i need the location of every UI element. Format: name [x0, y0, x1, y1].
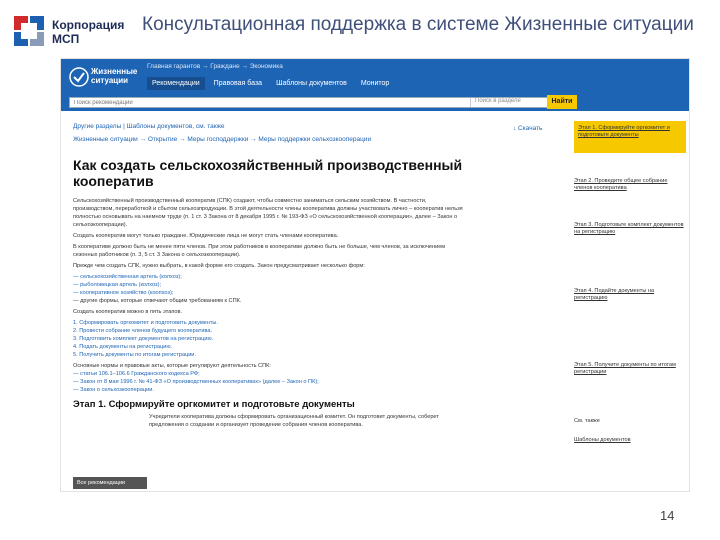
- sidebar-templates-label: Шаблоны документов: [574, 437, 631, 443]
- stage-link[interactable]: 1. Сформировать оргкомитет и подготовить…: [73, 319, 463, 327]
- checkmark-logo-icon: [69, 67, 89, 87]
- tab-document-templates[interactable]: Шаблоны документов: [271, 77, 352, 90]
- sidebar-stage-5-label: Этап 5. Получите документы по итогам рег…: [574, 362, 676, 375]
- stage1-text: Учредители кооператива должны сформирова…: [149, 414, 439, 428]
- form-other: — другие формы, которые отвечают общим т…: [73, 298, 242, 304]
- stage-link[interactable]: 3. Подготовить комплект документов на ре…: [73, 335, 463, 343]
- app-brand[interactable]: Жизненные ситуации: [69, 65, 149, 91]
- sidebar-stage-1-label: Этап 1. Сформируйте оргкомитет и подгото…: [578, 125, 670, 138]
- sidebar-stage-5[interactable]: Этап 5. Получите документы по итогам рег…: [574, 362, 686, 376]
- corporation-name: Корпорация МСП: [52, 18, 124, 46]
- sidebar-stage-2[interactable]: Этап 2. Проведите общее собрание членов …: [574, 178, 686, 192]
- corporation-name-line2: МСП: [52, 32, 80, 46]
- tab-monitor[interactable]: Монитор: [356, 77, 395, 90]
- page-number: 14: [660, 508, 675, 523]
- sidebar-stage-2-label: Этап 2. Проведите общее собрание членов …: [574, 178, 668, 191]
- stages-sidebar: Этап 1. Сформируйте оргкомитет и подгото…: [574, 121, 686, 474]
- corporation-logo: Корпорация МСП: [12, 12, 132, 52]
- stage-link[interactable]: 4. Подать документы на регистрацию.: [73, 343, 463, 351]
- sidebar-see-also: См. также: [574, 418, 600, 424]
- search-bar: Поиск в разделе: [69, 97, 575, 108]
- article-title: Как создать сельскохозяйственный произво…: [73, 157, 463, 189]
- stage1-heading: Этап 1. Сформируйте оргкомитет и подгото…: [73, 399, 355, 410]
- app-header: Жизненные ситуации Главная гарантов → Гр…: [61, 59, 689, 111]
- sidebar-stage-3-label: Этап 3. Подготовьте комплект документов …: [574, 222, 684, 235]
- search-scope-select[interactable]: Поиск в разделе: [470, 98, 540, 107]
- sidebar-templates[interactable]: Шаблоны документов: [574, 437, 686, 444]
- app-screenshot: Жизненные ситуации Главная гарантов → Гр…: [60, 58, 690, 492]
- article-paragraph: Создать кооператив могут только граждане…: [73, 233, 339, 239]
- form-link[interactable]: — сельскохозяйственная артель (колхоз);: [73, 273, 463, 281]
- all-recommendations-tooltip[interactable]: Все рекомендации: [73, 477, 147, 489]
- sidebar-stage-4[interactable]: Этап 4. Подайте документы на регистрацию: [574, 288, 686, 302]
- law-link[interactable]: — статьи 106.1–106.6 Гражданского кодекс…: [73, 370, 463, 378]
- law-intro: Основные нормы и правовые акты, которые …: [73, 363, 271, 369]
- law-link[interactable]: — Закон от 8 мая 1996 г. № 41-ФЗ «О прои…: [73, 378, 463, 386]
- form-link[interactable]: — кооперативное хозяйство (коопхоз);: [73, 289, 463, 297]
- article-paragraph: В кооперативе должно быть не менее пяти …: [73, 244, 446, 258]
- top-links[interactable]: Главная гарантов → Граждане → Экономика: [147, 63, 283, 70]
- form-link[interactable]: — рыболовецкая артель (колхоз);: [73, 281, 463, 289]
- stage-link[interactable]: 2. Провести собрание членов будущего коо…: [73, 327, 463, 335]
- corporation-logo-icon: [14, 16, 44, 46]
- app-brand-line1: Жизненные: [91, 67, 138, 76]
- stage-link[interactable]: 5. Получить документы по итогам регистра…: [73, 351, 463, 359]
- slide-title: Консультационная поддержка в системе Жиз…: [142, 14, 694, 35]
- tab-legal-base[interactable]: Правовая база: [209, 77, 267, 90]
- app-brand-text: Жизненные ситуации: [91, 67, 137, 85]
- sidebar-stage-3[interactable]: Этап 3. Подготовьте комплект документов …: [574, 222, 686, 236]
- sidebar-stage-4-label: Этап 4. Подайте документы на регистрацию: [574, 288, 655, 301]
- article-paragraph: Сельскохозяйственный производственный ко…: [73, 198, 463, 228]
- breadcrumb-other-sections[interactable]: Другие разделы | Шаблоны документов, см.…: [73, 123, 558, 130]
- article-paragraph: Прежде чем создать СПК, нужно выбрать, в…: [73, 263, 365, 269]
- app-brand-line2: ситуации: [91, 76, 129, 85]
- search-button[interactable]: Найти: [547, 95, 577, 109]
- search-input[interactable]: [70, 98, 460, 107]
- article-main: Другие разделы | Шаблоны документов, см.…: [73, 123, 558, 432]
- breadcrumb[interactable]: Жизненные ситуации → Открытие → Меры гос…: [73, 136, 558, 143]
- law-link[interactable]: — Закон о сельхозкооперации.: [73, 386, 463, 394]
- sidebar-stage-1[interactable]: Этап 1. Сформируйте оргкомитет и подгото…: [574, 121, 686, 153]
- tab-recommendations[interactable]: Рекомендации: [147, 77, 205, 90]
- corporation-name-line1: Корпорация: [52, 18, 125, 32]
- nav-tabs: Рекомендации Правовая база Шаблоны докум…: [147, 77, 394, 90]
- stages-intro: Создать кооператив можно в пять этапов.: [73, 309, 183, 315]
